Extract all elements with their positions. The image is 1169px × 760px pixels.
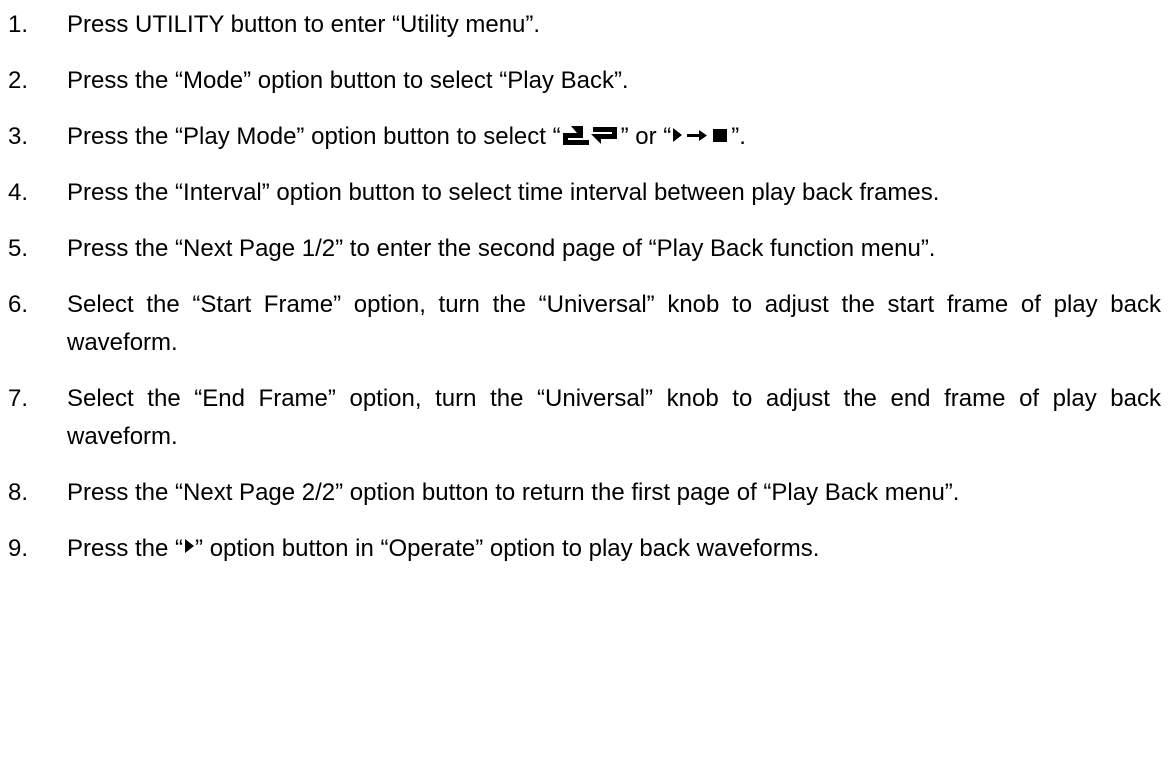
- step-text-after: ” option button in “Operate” option to p…: [195, 535, 820, 562]
- step-text: Press the “Next Page 2/2” option button …: [67, 479, 960, 506]
- step-text: Press the “Interval” option button to se…: [67, 179, 940, 206]
- step-text: Select the “Start Frame” option, turn th…: [67, 291, 1161, 356]
- step-8: 8. Press the “Next Page 2/2” option butt…: [0, 474, 1169, 512]
- step-number: 7.: [8, 385, 29, 412]
- step-4: 4. Press the “Interval” option button to…: [0, 174, 1169, 212]
- step-text-before: Press the “: [67, 535, 184, 562]
- step-text-mid: ” or “: [620, 123, 672, 150]
- step-text: Select the “End Frame” option, turn the …: [67, 385, 1161, 450]
- step-text-after: ”.: [731, 123, 746, 150]
- step-1: 1. Press UTILITY button to enter “Utilit…: [0, 6, 1169, 44]
- step-3: 3. Press the “Play Mode” option button t…: [0, 118, 1169, 156]
- play-to-stop-icon: [671, 124, 731, 146]
- step-9: 9. Press the “ ” option button in “Opera…: [0, 530, 1169, 568]
- step-7: 7. Select the “End Frame” option, turn t…: [0, 380, 1169, 456]
- step-number: 6.: [8, 291, 29, 318]
- step-5: 5. Press the “Next Page 1/2” to enter th…: [0, 230, 1169, 268]
- step-number: 2.: [8, 67, 29, 94]
- step-number: 9.: [8, 535, 29, 562]
- step-number: 4.: [8, 179, 29, 206]
- play-icon: [183, 536, 195, 558]
- step-number: 8.: [8, 479, 29, 506]
- step-number: 1.: [8, 11, 29, 38]
- step-number: 5.: [8, 235, 29, 262]
- loop-play-icon: [561, 124, 621, 146]
- step-2: 2. Press the “Mode” option button to sel…: [0, 62, 1169, 100]
- step-number: 3.: [8, 123, 29, 150]
- step-6: 6. Select the “Start Frame” option, turn…: [0, 286, 1169, 362]
- step-text: Press the “Next Page 1/2” to enter the s…: [67, 235, 936, 262]
- step-text: Press the “Mode” option button to select…: [67, 67, 629, 94]
- instruction-list: 1. Press UTILITY button to enter “Utilit…: [0, 0, 1169, 568]
- step-text-before: Press the “Play Mode” option button to s…: [67, 123, 561, 150]
- step-text: Press UTILITY button to enter “Utility m…: [67, 11, 541, 38]
